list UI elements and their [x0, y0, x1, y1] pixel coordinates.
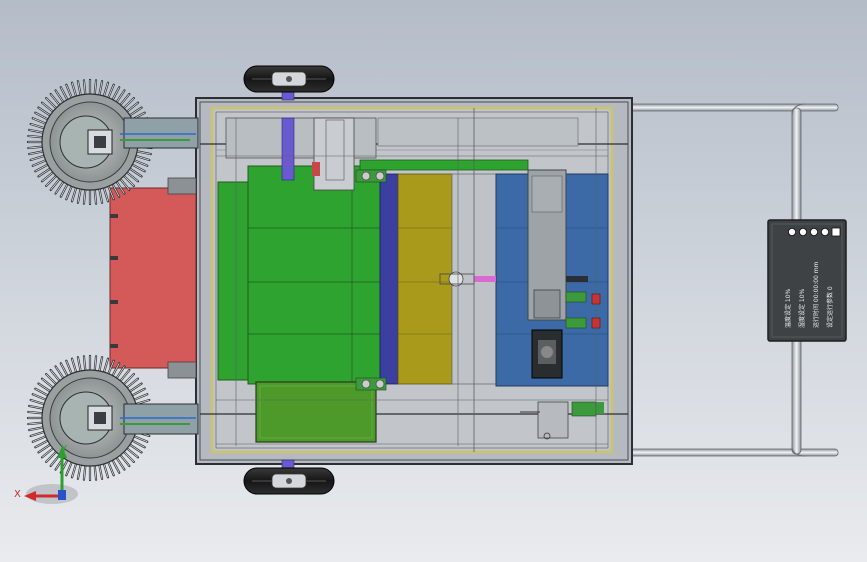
- handle-bar-top: [627, 103, 839, 112]
- green-tank-lower: [255, 381, 377, 443]
- axis-y-label: Y: [60, 444, 68, 455]
- purple-axis: [281, 117, 295, 181]
- panel-button[interactable]: [788, 227, 797, 236]
- control-panel: 温度设定 10% 湿度设定 10% 运行时间 00:00:00 mm 设定运行参数 0: [767, 219, 847, 342]
- red-hopper: [109, 177, 197, 379]
- blue-strip: [379, 173, 399, 385]
- drive-wheel-bottom: [243, 459, 335, 495]
- olive-panel: [397, 173, 453, 385]
- red-hopper-panel: [109, 187, 197, 369]
- green-tank-left: [217, 181, 253, 381]
- chassis: [195, 97, 633, 465]
- panel-display-line: 运行时间 00:00:00 mm: [812, 261, 820, 328]
- panel-display-line: 设定运行参数 0: [826, 286, 834, 328]
- panel-display-line: 温度设定 10%: [784, 288, 792, 328]
- pink-shaft: [474, 276, 496, 282]
- panel-switch[interactable]: [831, 227, 841, 237]
- green-tank-main: [247, 165, 381, 385]
- machine-top-view: 温度设定 10% 湿度设定 10% 运行时间 00:00:00 mm 设定运行参数 0: [14, 65, 847, 504]
- handle-bar-bottom: [627, 448, 839, 457]
- panel-button[interactable]: [810, 227, 819, 236]
- panel-display-line: 湿度设定 10%: [798, 288, 806, 328]
- control-panel-box: [767, 219, 847, 342]
- brush-bolt: [94, 412, 106, 424]
- panel-button[interactable]: [799, 227, 808, 236]
- axis-x-label: X: [14, 489, 21, 500]
- drive-wheel-top: [243, 65, 335, 101]
- cad-viewport: 温度设定 10% 湿度设定 10% 运行时间 00:00:00 mm 设定运行参数 0: [0, 0, 867, 562]
- panel-button[interactable]: [821, 227, 830, 236]
- brush-bolt: [94, 136, 106, 148]
- green-rail: [359, 159, 529, 171]
